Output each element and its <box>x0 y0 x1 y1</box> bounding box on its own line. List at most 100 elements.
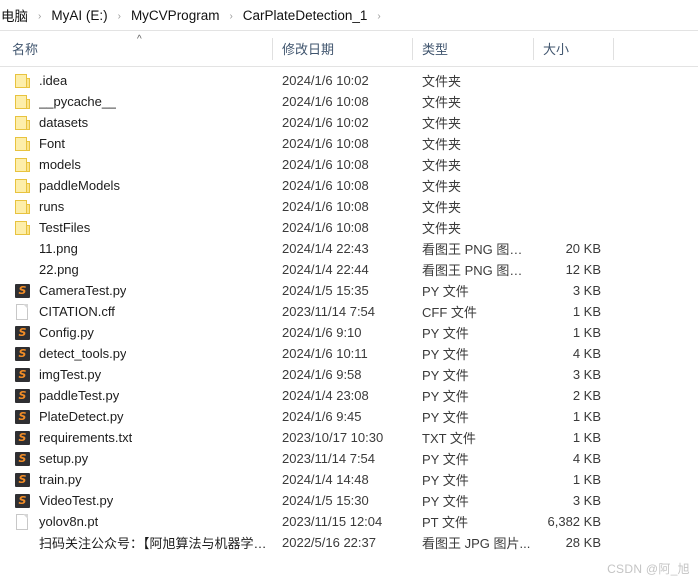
file-name-cell[interactable]: CITATION.cff <box>0 303 272 320</box>
file-size-cell: 3 KB <box>572 283 601 298</box>
file-date-cell: 2024/1/6 10:02 <box>282 115 369 130</box>
file-type-cell: CFF 文件 <box>422 305 477 320</box>
file-name-label: 22.png <box>39 262 79 277</box>
image-file-icon <box>14 262 31 278</box>
table-row[interactable]: __pycache__ 2024/1/6 10:08 文件夹 <box>0 91 698 112</box>
file-type-cell: 文件夹 <box>422 137 462 152</box>
file-name-label: setup.py <box>39 451 89 466</box>
column-header-type[interactable]: 类型 <box>412 31 533 67</box>
file-size-cell: 4 KB <box>572 346 601 361</box>
file-type-cell: PY 文件 <box>422 473 469 488</box>
file-size-cell: 1 KB <box>572 409 601 424</box>
file-name-cell[interactable]: 22.png <box>0 262 272 278</box>
folder-icon <box>14 157 31 173</box>
table-row[interactable]: TestFiles 2024/1/6 10:08 文件夹 <box>0 217 698 238</box>
breadcrumb-chevron-icon: › <box>377 10 381 22</box>
file-date-cell: 2024/1/4 22:43 <box>282 241 369 256</box>
table-row[interactable]: runs 2024/1/6 10:08 文件夹 <box>0 196 698 217</box>
table-row[interactable]: S CameraTest.py 2024/1/5 15:35 PY 文件 3 KB <box>0 280 698 301</box>
file-name-cell[interactable]: SimgTest.py <box>0 367 272 383</box>
sublime-text-file-icon: S <box>14 283 31 299</box>
file-name-cell[interactable]: yolov8n.pt <box>0 513 272 530</box>
file-date-cell: 2024/1/6 10:08 <box>282 178 369 193</box>
breadcrumb-item-0[interactable]: 电脑 <box>0 3 32 27</box>
sublime-text-file-icon: S <box>14 409 31 425</box>
file-name-cell[interactable]: Ssetup.py <box>0 451 272 467</box>
sublime-text-file-icon: S <box>14 430 31 446</box>
file-name-cell[interactable]: models <box>0 157 272 173</box>
file-date-cell: 2024/1/6 9:58 <box>282 367 362 382</box>
table-row[interactable]: datasets 2024/1/6 10:02 文件夹 <box>0 112 698 133</box>
file-name-cell[interactable]: Srequirements.txt <box>0 430 272 446</box>
table-row[interactable]: 11.png 2024/1/4 22:43 看图王 PNG 图片... 20 KB <box>0 238 698 259</box>
file-name-cell[interactable]: S VideoTest.py <box>0 493 272 509</box>
file-name-label: PlateDetect.py <box>39 409 124 424</box>
file-name-cell[interactable]: S CameraTest.py <box>0 283 272 299</box>
column-header-name[interactable]: 名称 ^ <box>0 31 272 67</box>
table-row[interactable]: S Config.py 2024/1/6 9:10 PY 文件 1 KB <box>0 322 698 343</box>
file-name-label: requirements.txt <box>39 430 133 445</box>
file-name-cell[interactable]: Sdetect_tools.py <box>0 346 272 362</box>
breadcrumb-item-3[interactable]: CarPlateDetection_1 <box>239 6 372 25</box>
file-name-label: 扫码关注公众号：【阿旭算法与机器学习... <box>39 536 272 551</box>
table-row[interactable]: paddleModels 2024/1/6 10:08 文件夹 <box>0 175 698 196</box>
file-date-cell: 2023/11/15 12:04 <box>282 514 383 529</box>
file-name-cell[interactable]: .idea <box>0 73 272 89</box>
file-type-cell: PY 文件 <box>422 410 469 425</box>
table-row[interactable]: models 2024/1/6 10:08 文件夹 <box>0 154 698 175</box>
file-name-label: paddleModels <box>39 178 120 193</box>
breadcrumb-chevron-icon: › <box>117 10 121 22</box>
table-row[interactable]: SpaddleTest.py 2024/1/4 23:08 PY 文件 2 KB <box>0 385 698 406</box>
table-row[interactable]: S PlateDetect.py 2024/1/6 9:45 PY 文件 1 KB <box>0 406 698 427</box>
file-name-cell[interactable]: S PlateDetect.py <box>0 409 272 425</box>
file-name-cell[interactable]: runs <box>0 199 272 215</box>
column-header-type-label: 类型 <box>422 42 449 57</box>
sublime-text-file-icon: S <box>14 325 31 341</box>
file-name-cell[interactable]: paddleModels <box>0 178 272 194</box>
table-row[interactable]: 扫码关注公众号：【阿旭算法与机器学习... 2022/5/16 22:37 看图王 … <box>0 532 698 553</box>
table-row[interactable]: Srequirements.txt 2023/10/17 10:30 TXT 文件 1… <box>0 427 698 448</box>
file-name-cell[interactable]: Font <box>0 136 272 152</box>
table-row[interactable]: Sdetect_tools.py 2024/1/6 10:11 PY 文件 4 KB <box>0 343 698 364</box>
column-header-date-modified[interactable]: 修改日期 <box>272 31 412 67</box>
table-row[interactable]: CITATION.cff 2023/11/14 7:54 CFF 文件 1 KB <box>0 301 698 322</box>
table-row[interactable]: yolov8n.pt 2023/11/15 12:04 PT 文件 6,382 KB <box>0 511 698 532</box>
file-name-label: models <box>39 157 81 172</box>
file-type-cell: 看图王 PNG 图片... <box>422 242 533 257</box>
file-date-cell: 2024/1/6 9:45 <box>282 409 362 424</box>
file-name-cell[interactable]: TestFiles <box>0 220 272 236</box>
breadcrumb-item-2[interactable]: MyCVProgram <box>127 6 224 25</box>
table-row[interactable]: S VideoTest.py 2024/1/5 15:30 PY 文件 3 KB <box>0 490 698 511</box>
file-name-label: yolov8n.pt <box>39 514 99 529</box>
file-name-cell[interactable]: S Config.py <box>0 325 272 341</box>
column-header-size[interactable]: 大小 <box>533 31 613 67</box>
table-row[interactable]: SimgTest.py 2024/1/6 9:58 PY 文件 3 KB <box>0 364 698 385</box>
sublime-text-file-icon: S <box>14 451 31 467</box>
table-row[interactable]: Font 2024/1/6 10:08 文件夹 <box>0 133 698 154</box>
image-file-icon <box>14 241 31 257</box>
column-header-date-modified-label: 修改日期 <box>282 42 335 57</box>
file-date-cell: 2024/1/4 22:44 <box>282 262 369 277</box>
breadcrumb-item-1[interactable]: MyAI (E:) <box>47 6 111 25</box>
table-row[interactable]: .idea 2024/1/6 10:02 文件夹 <box>0 70 698 91</box>
file-name-label: 11.png <box>39 241 78 256</box>
file-size-cell: 12 KB <box>565 262 601 277</box>
file-size-cell: 6,382 KB <box>547 514 602 529</box>
table-row[interactable]: 22.png 2024/1/4 22:44 看图王 PNG 图片... 12 KB <box>0 259 698 280</box>
file-name-cell[interactable]: Strain.py <box>0 472 272 488</box>
file-name-cell[interactable]: datasets <box>0 115 272 131</box>
breadcrumb[interactable]: 电脑 › MyAI (E:) › MyCVProgram › CarPlateDetecti… <box>0 0 698 31</box>
column-header-spacer[interactable] <box>613 31 698 67</box>
file-size-cell: 28 KB <box>565 535 601 550</box>
file-name-cell[interactable]: __pycache__ <box>0 94 272 110</box>
file-name-cell[interactable]: 扫码关注公众号：【阿旭算法与机器学习... <box>0 533 272 552</box>
table-row[interactable]: Strain.py 2024/1/4 14:48 PY 文件 1 KB <box>0 469 698 490</box>
file-size-cell: 2 KB <box>572 388 601 403</box>
generic-file-icon <box>14 513 31 530</box>
file-name-cell[interactable]: SpaddleTest.py <box>0 388 272 404</box>
column-header-name-label: 名称 <box>12 42 39 57</box>
table-row[interactable]: Ssetup.py 2023/11/14 7:54 PY 文件 4 KB <box>0 448 698 469</box>
file-name-cell[interactable]: 11.png <box>0 241 272 257</box>
file-name-label: train.py <box>39 472 82 487</box>
sublime-text-file-icon: S <box>14 472 31 488</box>
